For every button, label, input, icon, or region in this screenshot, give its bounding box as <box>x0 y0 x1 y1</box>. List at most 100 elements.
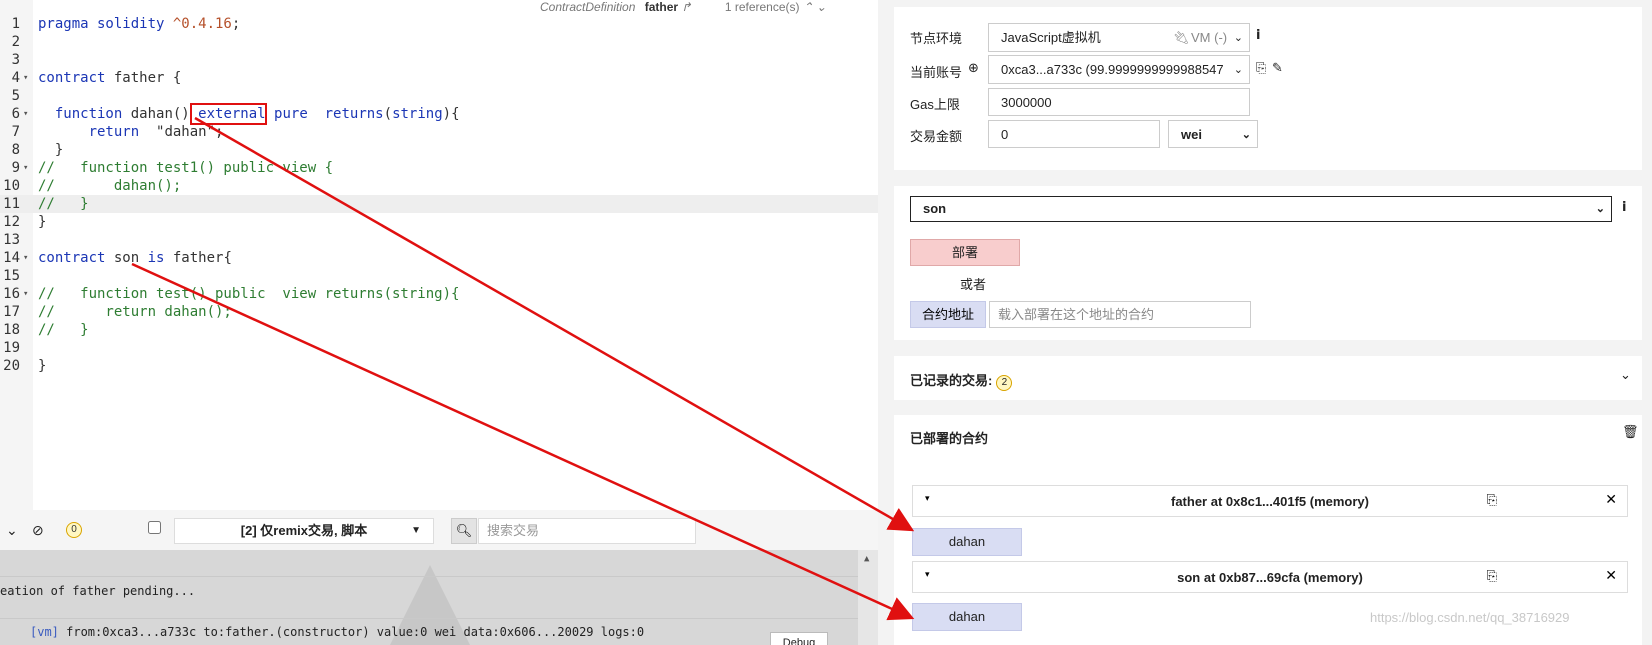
function-button-dahan[interactable]: dahan <box>912 603 1022 631</box>
fold-toggle-icon[interactable]: ▾ <box>23 249 28 267</box>
function-button-dahan[interactable]: dahan <box>912 528 1022 556</box>
line-number: 2 <box>11 34 20 50</box>
environment-select[interactable]: JavaScript虚拟机 🔌︎ VM (-) ⌄ <box>988 23 1250 52</box>
debug-button[interactable]: Debug <box>770 632 828 645</box>
terminal-scrollbar[interactable]: ▲ <box>858 550 878 645</box>
code-line[interactable]: 18 // } <box>0 321 878 339</box>
collapse-terminal-icon[interactable]: ⌄ <box>6 522 18 539</box>
code-line[interactable]: 12} <box>0 213 878 231</box>
fold-toggle-icon[interactable]: ▾ <box>23 69 28 87</box>
chevron-down-icon[interactable]: ⌄ <box>1620 368 1631 383</box>
line-number: 11 <box>3 196 20 212</box>
code-editor[interactable]: ContractDefinition father ↱ 1 reference(… <box>0 0 878 510</box>
tx-filter-label: [2] 仅remix交易, 脚本 <box>240 523 368 538</box>
code-line[interactable]: 13 <box>0 231 878 249</box>
code-line[interactable]: 16 ▾ // function test() public view return… <box>0 285 878 303</box>
code-text: return "dahan"; <box>38 123 224 141</box>
definition-name: father <box>644 0 679 14</box>
close-icon[interactable]: ✕ <box>1605 492 1617 508</box>
trash-icon[interactable]: 🗑︎ <box>1622 425 1639 440</box>
code-line[interactable]: 14 ▾ contract son is father{ <box>0 249 878 267</box>
code-text: // return dahan(); <box>38 303 232 321</box>
contract-select[interactable]: son ⌄ <box>910 196 1612 222</box>
at-address-button[interactable]: 合约地址 <box>910 301 986 328</box>
copy-icon[interactable]: ⎘ <box>1487 569 1497 584</box>
code-line[interactable]: 6 ▾ function dahan() external pure return… <box>0 105 878 123</box>
code-token: // dahan(); <box>38 178 182 194</box>
value-label: 交易金额 <box>910 129 963 144</box>
code-line[interactable]: 8 } <box>0 141 878 159</box>
code-token: string <box>392 106 443 122</box>
chevron-down-icon[interactable]: ⌄ <box>816 0 826 14</box>
line-number: 15 <box>3 268 20 284</box>
code-token: // } <box>38 322 89 338</box>
close-icon[interactable]: ✕ <box>1605 568 1617 584</box>
fold-toggle-icon[interactable]: ▾ <box>23 105 28 123</box>
chevron-down-icon: ▼ <box>411 525 421 536</box>
line-number: 9 <box>11 160 20 176</box>
tx-filter-select[interactable]: [2] 仅remix交易, 脚本 ▼ <box>174 518 434 544</box>
value-unit-select[interactable]: wei ⌄ <box>1168 120 1258 148</box>
account-select[interactable]: 0xca3...a733c (99.9999999999988547 ⌄ <box>988 55 1250 84</box>
code-line[interactable]: 7 return "dahan"; <box>0 123 878 141</box>
add-account-icon[interactable]: ⊕ <box>968 61 979 76</box>
code-token: "dahan"; <box>139 124 224 140</box>
info-icon[interactable]: i <box>1256 28 1260 43</box>
line-number: 6 <box>11 106 20 122</box>
fold-toggle-icon[interactable]: ▾ <box>23 285 28 303</box>
code-text: contract son is father{ <box>38 249 232 267</box>
line-number: 7 <box>11 124 20 140</box>
code-line[interactable]: 20} <box>0 357 878 375</box>
code-line[interactable]: 5 <box>0 87 878 105</box>
line-number: 17 <box>3 304 20 320</box>
scroll-up-icon[interactable]: ▲ <box>864 554 869 564</box>
edit-icon[interactable]: ✎ <box>1272 61 1283 76</box>
tx-log-line[interactable]: [vm] from:0xca3...a733c to:father.(const… <box>30 625 644 639</box>
references-count: 1 reference(s) <box>724 0 800 14</box>
instance-card[interactable]: ▾ son at 0xb87...69cfa (memory) ⎘ ✕ <box>912 561 1628 593</box>
fold-toggle-icon[interactable]: ▾ <box>23 159 28 177</box>
go-to-definition-icon[interactable]: ↱ <box>681 0 691 14</box>
divider <box>0 618 878 619</box>
line-number: 4 <box>11 70 20 86</box>
code-token: contract <box>38 70 106 86</box>
code-line[interactable]: 1 pragma solidity ^0.4.16; <box>0 15 878 33</box>
plug-icon: 🔌︎ <box>1173 30 1190 45</box>
code-line[interactable]: 4 ▾ contract father { <box>0 69 878 87</box>
at-address-input[interactable]: 载入部署在这个地址的合约 <box>989 301 1251 328</box>
code-token: ^0.4.16 <box>172 16 232 32</box>
copy-icon[interactable]: ⎘ <box>1256 61 1266 76</box>
code-text: } <box>38 141 63 159</box>
search-transactions-input[interactable]: 搜索交易 <box>478 518 696 544</box>
deploy-button[interactable]: 部署 <box>910 239 1020 266</box>
code-line[interactable]: 15 <box>0 267 878 285</box>
info-icon[interactable]: i <box>1622 200 1626 215</box>
search-icon[interactable]: 🔍︎ <box>451 518 477 544</box>
line-number: 14 <box>3 250 20 266</box>
code-text: } <box>38 357 46 375</box>
code-line[interactable]: 11 // } <box>0 195 878 213</box>
env-value: JavaScript虚拟机 <box>1001 30 1101 45</box>
code-text: // function test() public view returns(s… <box>38 285 459 303</box>
listen-network-checkbox[interactable] <box>148 521 161 534</box>
instance-card[interactable]: ▾ father at 0x8c1...401f5 (memory) ⎘ ✕ <box>912 485 1628 517</box>
code-line[interactable]: 2 <box>0 33 878 51</box>
code-line[interactable]: 10 // dahan(); <box>0 177 878 195</box>
environment-settings: 节点环境 JavaScript虚拟机 🔌︎ VM (-) ⌄ i 当前账号 ⊕ … <box>894 7 1642 170</box>
chevron-up-icon[interactable]: ⌃ <box>803 0 813 14</box>
account-value: 0xca3...a733c (99.9999999999988547 <box>1001 62 1224 77</box>
or-label: 或者 <box>960 277 987 292</box>
gas-limit-input[interactable]: 3000000 <box>988 88 1250 116</box>
recorded-transactions[interactable]: 已记录的交易: 2 ⌄ <box>894 356 1642 400</box>
code-line[interactable]: 3 <box>0 51 878 69</box>
code-line[interactable]: 19 <box>0 339 878 357</box>
terminal-output: eation of father pending... [vm] from:0x… <box>0 550 878 645</box>
value-input[interactable]: 0 <box>988 120 1160 148</box>
code-token: } <box>38 358 47 374</box>
copy-icon[interactable]: ⎘ <box>1487 493 1497 508</box>
line-number: 12 <box>3 214 20 230</box>
code-line[interactable]: 17 // return dahan(); <box>0 303 878 321</box>
account-label: 当前账号 <box>910 65 963 80</box>
clear-console-icon[interactable]: ⊘ <box>32 522 44 539</box>
code-line[interactable]: 9 ▾ // function test1() public view { <box>0 159 878 177</box>
